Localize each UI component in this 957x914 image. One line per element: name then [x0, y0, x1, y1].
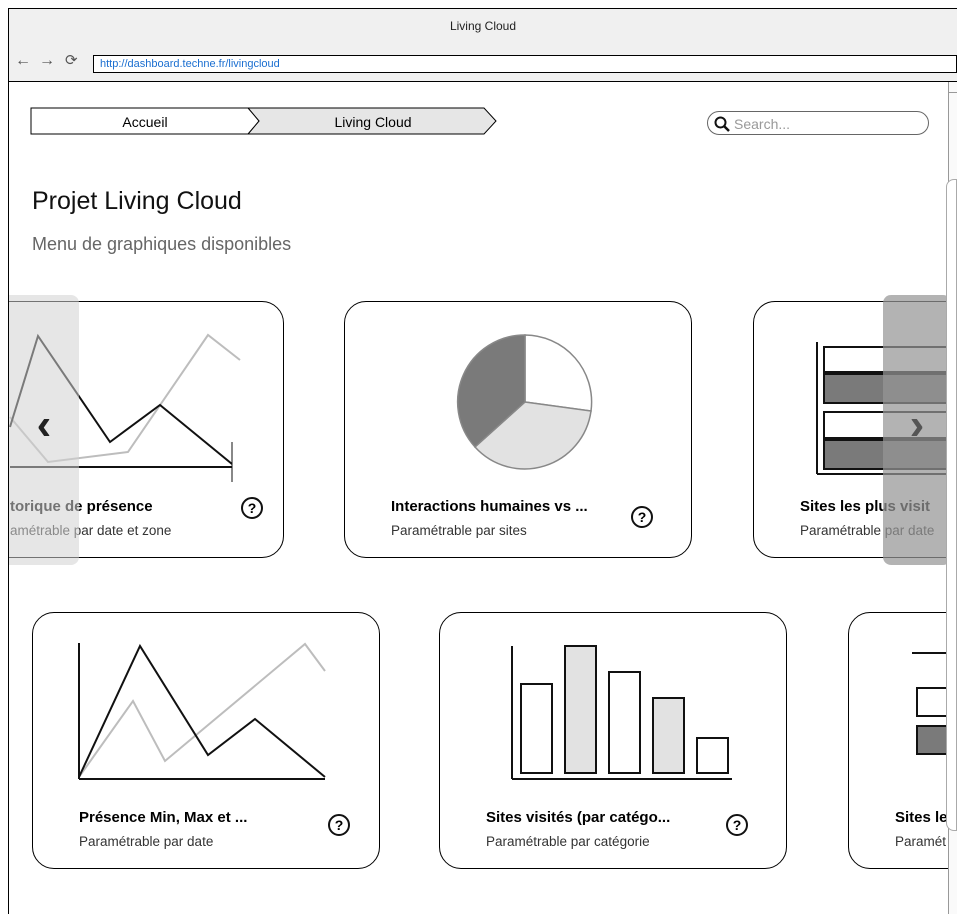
breadcrumb-item-accueil[interactable]: Accueil: [31, 114, 259, 130]
back-arrow-icon[interactable]: ←: [15, 53, 31, 69]
chevron-left-icon: ‹: [36, 400, 52, 449]
breadcrumb: Accueil Living Cloud: [9, 107, 509, 135]
forward-arrow-icon[interactable]: →: [39, 53, 55, 69]
card-subtitle: Paramétrable par catégorie: [486, 834, 650, 849]
horizontal-bar-chart-icon: [912, 652, 957, 755]
card-subtitle: Paramétrable par sites: [391, 523, 527, 538]
help-icon[interactable]: ?: [328, 814, 350, 836]
chevron-right-icon: ›: [909, 400, 925, 449]
search-input[interactable]: Search...: [707, 111, 929, 135]
card-title: Sites visités (par catégo...: [486, 809, 671, 826]
carousel-prev-button[interactable]: ‹: [9, 295, 79, 565]
browser-navbar: ← → ⟳ http://dashboard.techne.fr/livingc…: [9, 43, 957, 82]
help-icon[interactable]: ?: [631, 506, 653, 528]
card-subtitle: Paramétrable par date: [79, 834, 214, 849]
help-icon[interactable]: ?: [241, 497, 263, 519]
card-title: Interactions humaines vs ...: [391, 498, 588, 515]
chart-card-interactions[interactable]: Interactions humaines vs ... Paramétrabl…: [344, 301, 692, 558]
search-icon: [714, 116, 730, 132]
pie-chart-icon: [456, 334, 593, 470]
search-placeholder: Search...: [734, 116, 791, 132]
card-title: Présence Min, Max et ...: [79, 809, 248, 826]
card-title: Sites le: [895, 809, 948, 826]
chart-card-sites-visites-categorie[interactable]: Sites visités (par catégo... Paramétrabl…: [439, 612, 787, 869]
reload-icon[interactable]: ⟳: [65, 53, 78, 69]
url-text: http://dashboard.techne.fr/livingcloud: [100, 58, 280, 70]
carousel-next-button[interactable]: ›: [883, 295, 951, 565]
window-title: Living Cloud: [449, 19, 517, 33]
browser-window: Living Cloud ← → ⟳ http://dashboard.tech…: [8, 8, 957, 914]
url-bar[interactable]: http://dashboard.techne.fr/livingcloud: [93, 55, 957, 73]
page-subtitle: Menu de graphiques disponibles: [32, 234, 292, 254]
page-title: Projet Living Cloud: [32, 187, 242, 215]
help-icon[interactable]: ?: [726, 814, 748, 836]
line-chart-icon: [78, 642, 326, 780]
chart-card-sites-le[interactable]: Sites le Paramét: [848, 612, 957, 869]
card-subtitle: Paramét: [895, 834, 947, 849]
bar-chart-icon: [511, 645, 732, 780]
page-content: Accueil Living Cloud Search... Projet Li…: [9, 82, 957, 914]
chart-card-presence-min-max[interactable]: Présence Min, Max et ... Paramétrable pa…: [32, 612, 380, 869]
title-bar: Living Cloud: [9, 9, 957, 44]
scroll-up-arrow[interactable]: [949, 82, 957, 93]
breadcrumb-item-living-cloud[interactable]: Living Cloud: [259, 114, 487, 130]
scrollbar-thumb[interactable]: [946, 179, 957, 831]
